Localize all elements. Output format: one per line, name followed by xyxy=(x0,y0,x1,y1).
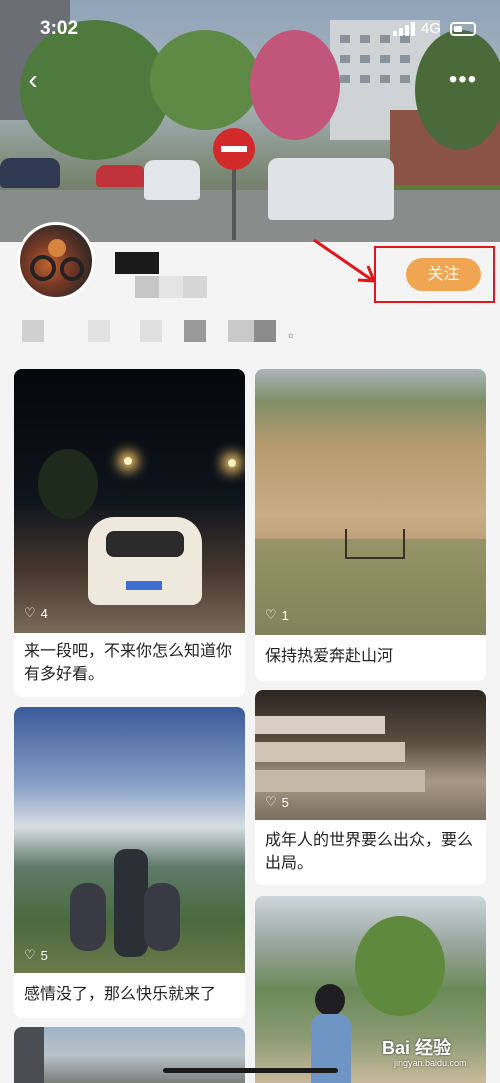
car-shape xyxy=(268,158,394,220)
post-card[interactable] xyxy=(255,896,486,1083)
home-indicator[interactable] xyxy=(163,1068,338,1073)
description-mosaic xyxy=(88,320,110,342)
chevron-left-icon: ‹ xyxy=(28,64,38,95)
no-entry-sign-icon xyxy=(213,128,255,170)
post-card[interactable]: ♡ 5 成年人的世界要么出众，要么出局。 xyxy=(255,690,486,885)
back-button[interactable]: ‹ xyxy=(18,62,48,98)
post-image xyxy=(255,690,486,820)
post-image xyxy=(255,369,486,635)
description-mosaic xyxy=(228,320,254,342)
post-card[interactable]: ♡ 4 来一段吧，不来你怎么知道你有多好看。 xyxy=(14,369,245,697)
post-image xyxy=(14,707,245,973)
description-suffix: 。 xyxy=(288,324,302,340)
post-caption: 保持热爱奔赴山河 xyxy=(265,648,394,665)
description-mosaic xyxy=(22,320,44,342)
post-image xyxy=(14,369,245,633)
battery-icon xyxy=(450,22,476,36)
status-bar: 3:02 4G xyxy=(0,0,500,60)
username-mosaic xyxy=(159,276,183,298)
post-caption: 来一段吧，不来你怎么知道你有多好看。 xyxy=(24,643,233,683)
more-dots-icon: ••• xyxy=(448,66,478,93)
description-mosaic xyxy=(140,320,162,342)
avatar[interactable] xyxy=(17,222,95,300)
post-caption: 感情没了，那么快乐就来了 xyxy=(24,986,217,1003)
car-shape xyxy=(144,160,200,200)
follow-button[interactable]: 关注 xyxy=(406,258,481,291)
username-mosaic xyxy=(135,276,159,298)
like-count[interactable]: ♡ 5 xyxy=(24,947,48,963)
car-shape xyxy=(0,158,60,188)
post-card[interactable]: ♡ 1 保持热爱奔赴山河 xyxy=(255,369,486,681)
post-card[interactable]: ♡ 5 感情没了，那么快乐就来了 xyxy=(14,707,245,1018)
heart-icon: ♡ xyxy=(24,605,36,620)
like-count[interactable]: ♡ 4 xyxy=(24,605,48,621)
description-mosaic xyxy=(254,320,276,342)
post-image xyxy=(255,896,486,1083)
description-mosaic xyxy=(184,320,206,342)
like-count[interactable]: ♡ 1 xyxy=(265,607,289,623)
post-caption: 成年人的世界要么出众，要么出局。 xyxy=(265,832,474,872)
post-card[interactable] xyxy=(14,1027,245,1083)
username-mosaic xyxy=(115,252,159,274)
post-image xyxy=(14,1027,245,1083)
heart-icon: ♡ xyxy=(24,947,36,962)
signal-icon xyxy=(393,22,415,36)
heart-icon: ♡ xyxy=(265,794,277,809)
username-mosaic xyxy=(183,276,207,298)
like-count[interactable]: ♡ 5 xyxy=(265,794,289,810)
baidu-watermark: Bai 经验 jingyan.baidu.com xyxy=(382,1038,467,1068)
sign-pole xyxy=(232,168,236,240)
car-shape xyxy=(96,165,146,187)
heart-icon: ♡ xyxy=(265,607,277,622)
status-time: 3:02 xyxy=(40,18,79,39)
more-button[interactable]: ••• xyxy=(446,62,480,98)
network-type: 4G xyxy=(421,20,442,37)
